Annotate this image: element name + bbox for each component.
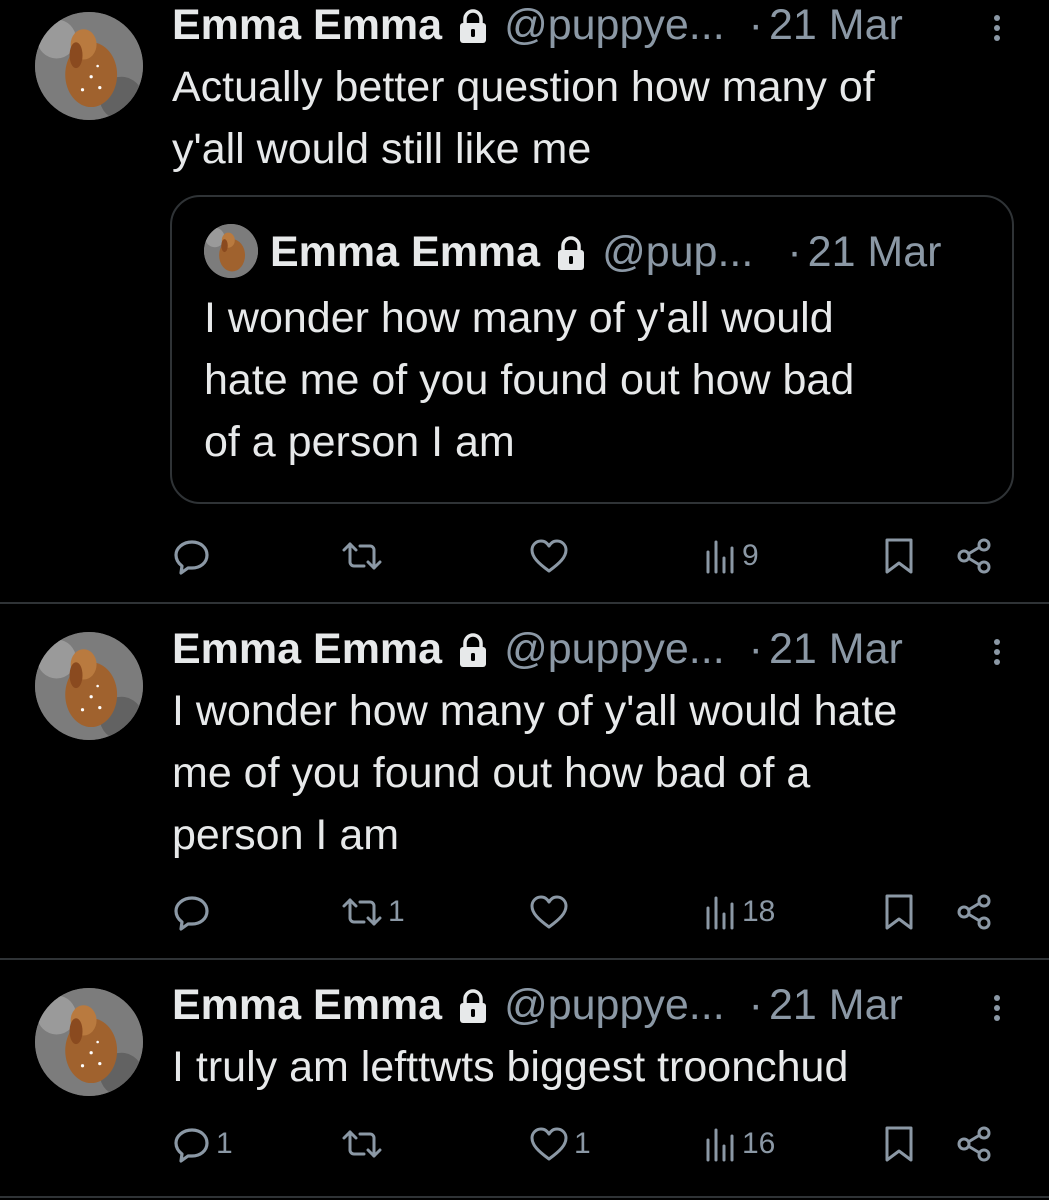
lock-icon <box>458 631 488 667</box>
timestamp: 21 Mar <box>807 227 942 276</box>
retweet-icon <box>340 892 384 932</box>
timestamp[interactable]: 21 Mar <box>769 981 903 1030</box>
share-icon <box>954 1124 994 1164</box>
tweet-text-line: y'all would still like me <box>172 125 592 173</box>
like-icon <box>528 892 570 932</box>
tweet-text-line: I wonder how many of y'all would <box>204 294 834 342</box>
tweet-header: Emma Emma @puppye... · 21 Mar <box>172 980 1009 1030</box>
display-name: Emma Emma <box>270 227 541 276</box>
action-bar: 9 <box>172 532 1002 580</box>
retweet-icon <box>340 1124 384 1164</box>
tweet-text: Actually better question how many of y'a… <box>172 56 1002 180</box>
more-vertical-icon[interactable] <box>985 8 1009 44</box>
more-vertical-icon[interactable] <box>985 632 1009 668</box>
bookmark-icon <box>882 892 916 932</box>
tweet-divider <box>0 1196 1049 1198</box>
views-button[interactable]: 9 <box>704 532 759 580</box>
separator-dot: · <box>748 0 763 49</box>
display-name[interactable]: Emma Emma <box>172 1 442 50</box>
reply-count: 1 <box>216 1127 233 1160</box>
tweet[interactable]: Emma Emma @puppye... · 21 Mar Actually b… <box>0 0 1049 604</box>
views-count: 9 <box>742 539 759 572</box>
retweet-button[interactable] <box>340 532 388 580</box>
reply-button[interactable] <box>172 532 216 580</box>
share-icon <box>954 892 994 932</box>
separator-dot: · <box>748 624 763 673</box>
avatar[interactable] <box>35 988 143 1096</box>
share-button[interactable] <box>954 888 994 936</box>
reply-icon <box>172 892 212 932</box>
like-button[interactable]: 1 <box>528 1120 591 1168</box>
reply-icon <box>172 1124 212 1164</box>
reply-button[interactable]: 1 <box>172 1120 233 1168</box>
handle: @pup... <box>602 227 754 276</box>
avatar-image <box>35 988 143 1096</box>
views-icon <box>704 536 738 576</box>
tweet[interactable]: Emma Emma @puppye... · 21 Mar I wonder h… <box>0 604 1049 960</box>
retweet-button[interactable]: 1 <box>340 888 405 936</box>
avatar <box>204 224 258 278</box>
like-icon <box>528 1124 570 1164</box>
like-count: 1 <box>574 1127 591 1160</box>
separator-dot: · <box>787 227 802 276</box>
tweet-text-line: person I am <box>172 811 400 859</box>
reply-button[interactable] <box>172 888 216 936</box>
quoted-tweet-header: Emma Emma @pup... · 21 Mar <box>270 227 942 277</box>
share-button[interactable] <box>954 1120 994 1168</box>
display-name[interactable]: Emma Emma <box>172 981 442 1030</box>
retweet-count: 1 <box>388 895 405 928</box>
bookmark-icon <box>882 1124 916 1164</box>
tweet-text-line: I truly am lefttwts biggest troonchud <box>172 1043 849 1091</box>
tweet-text-line: Actually better question how many of <box>172 63 875 111</box>
display-name[interactable]: Emma Emma <box>172 625 442 674</box>
tweet[interactable]: Emma Emma @puppye... · 21 Mar I truly am… <box>0 960 1049 1196</box>
quoted-tweet-text: I wonder how many of y'all would hate me… <box>204 287 984 473</box>
tweet-header: Emma Emma @puppye... · 21 Mar <box>172 0 1009 50</box>
share-icon <box>954 536 994 576</box>
quoted-tweet[interactable]: Emma Emma @pup... · 21 Mar I wonder how … <box>170 195 1014 504</box>
views-count: 16 <box>742 1127 776 1160</box>
bookmark-button[interactable] <box>882 1120 916 1168</box>
avatar-image <box>204 224 258 278</box>
avatar-image <box>35 632 143 740</box>
lock-icon <box>556 234 586 270</box>
views-icon <box>704 1124 738 1164</box>
tweet-text: I truly am lefttwts biggest troonchud <box>172 1036 1002 1098</box>
bookmark-button[interactable] <box>882 888 916 936</box>
bookmark-button[interactable] <box>882 532 916 580</box>
lock-icon <box>458 7 488 43</box>
handle[interactable]: @puppye... <box>504 625 725 674</box>
views-button[interactable]: 18 <box>704 888 775 936</box>
views-icon <box>704 892 738 932</box>
handle[interactable]: @puppye... <box>504 1 725 50</box>
retweet-icon <box>340 536 384 576</box>
like-icon <box>528 536 570 576</box>
lock-icon <box>458 987 488 1023</box>
avatar[interactable] <box>35 12 143 120</box>
avatar-image <box>35 12 143 120</box>
tweet-text-line: of a person I am <box>204 418 515 466</box>
tweet-header: Emma Emma @puppye... · 21 Mar <box>172 624 1009 674</box>
avatar[interactable] <box>35 632 143 740</box>
tweet-text-line: hate me of you found out how bad <box>204 356 855 404</box>
separator-dot: · <box>748 980 763 1029</box>
retweet-button[interactable] <box>340 1120 388 1168</box>
timestamp[interactable]: 21 Mar <box>769 1 903 50</box>
tweet-text-line: I wonder how many of y'all would hate <box>172 687 898 735</box>
reply-icon <box>172 536 212 576</box>
like-button[interactable] <box>528 532 574 580</box>
tweet-text: I wonder how many of y'all would hate me… <box>172 680 1002 866</box>
bookmark-icon <box>882 536 916 576</box>
more-vertical-icon[interactable] <box>985 988 1009 1024</box>
share-button[interactable] <box>954 532 994 580</box>
timestamp[interactable]: 21 Mar <box>769 625 903 674</box>
action-bar: 1 18 <box>172 888 1002 936</box>
tweet-text-line: me of you found out how bad of a <box>172 749 811 797</box>
handle[interactable]: @puppye... <box>504 981 725 1030</box>
views-count: 18 <box>742 895 776 928</box>
like-button[interactable] <box>528 888 574 936</box>
action-bar: 1 1 16 <box>172 1120 1002 1168</box>
views-button[interactable]: 16 <box>704 1120 775 1168</box>
